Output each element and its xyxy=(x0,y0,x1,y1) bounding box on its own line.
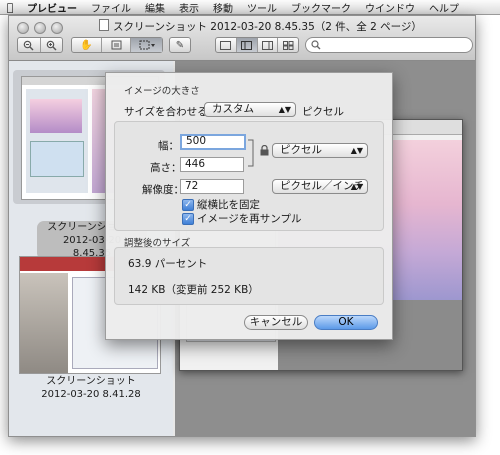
popup-arrows-icon: ▲▼ xyxy=(350,146,363,155)
popup-arrows-icon: ▲▼ xyxy=(278,105,291,114)
preview-window: スクリーンショット 2012-03-20 8.45.35（2 件、全 2 ページ… xyxy=(8,15,476,437)
text-select-icon xyxy=(111,40,122,50)
lock-icon[interactable] xyxy=(260,145,269,156)
height-label: 高さ： xyxy=(150,162,182,174)
zoom-in-button[interactable] xyxy=(41,38,63,52)
zoom-out-button[interactable] xyxy=(18,38,41,52)
thumb-1-image-2 xyxy=(30,141,84,177)
resample-label: イメージを再サンプル xyxy=(197,213,302,225)
zoom-in-icon xyxy=(46,40,57,50)
ok-button[interactable]: OK xyxy=(314,315,378,330)
fit-unit: ピクセル xyxy=(302,106,344,118)
filesize-value: 142 KB（変更前 252 KB） xyxy=(128,284,259,296)
width-label: 幅： xyxy=(158,140,179,152)
apple-menu-icon[interactable]:  xyxy=(0,1,20,14)
menu-window[interactable]: ウインドウ xyxy=(358,0,422,15)
width-field[interactable]: 500 xyxy=(180,134,246,150)
thumbnail-2-name: スクリーンショット xyxy=(46,376,136,387)
size-unit-value: ピクセル xyxy=(280,144,322,156)
window-title-text: スクリーンショット 2012-03-20 8.45.35（2 件、全 2 ページ… xyxy=(113,21,422,33)
thumbnail-2-date: 2012-03-20 8.41.28 xyxy=(41,389,141,400)
resample-checkbox[interactable]: ✓ イメージを再サンプル xyxy=(182,211,301,226)
adjust-size-sheet: イメージの大きさ サイズを合わせる： カスタム ▲▼ ピクセル 幅： 500 高… xyxy=(105,72,393,340)
zoom-out-icon xyxy=(23,40,34,50)
minimize-window-button[interactable] xyxy=(34,22,46,34)
window-title: スクリーンショット 2012-03-20 8.45.35（2 件、全 2 ページ… xyxy=(99,19,422,34)
menu-file[interactable]: ファイル xyxy=(84,0,138,15)
menu-bar:  プレビュー ファイル 編集 表示 移動 ツール ブックマーク ウインドウ ヘ… xyxy=(0,0,500,15)
menu-app[interactable]: プレビュー xyxy=(20,0,84,15)
close-window-button[interactable] xyxy=(17,22,29,34)
single-view-icon xyxy=(220,40,232,50)
image-size-section-title: イメージの大きさ xyxy=(124,86,200,97)
tool-mode-buttons: ✋ xyxy=(71,37,163,53)
menu-go[interactable]: 移動 xyxy=(206,0,240,15)
grid-view-icon xyxy=(282,40,294,50)
height-field[interactable]: 446 xyxy=(180,157,244,172)
keep-ratio-checkbox[interactable]: ✓ 縦横比を固定 xyxy=(182,197,260,212)
view-grid-button[interactable] xyxy=(278,38,298,52)
title-bar: スクリーンショット 2012-03-20 8.45.35（2 件、全 2 ページ… xyxy=(9,16,475,61)
popup-arrows-icon: ▲▼ xyxy=(350,182,363,191)
resolution-label: 解像度： xyxy=(142,184,184,196)
annotate-button[interactable]: ✎ xyxy=(169,37,191,53)
zoom-window-button[interactable] xyxy=(51,22,63,34)
select-tool-button[interactable] xyxy=(131,38,163,52)
checkbox-checked-icon: ✓ xyxy=(182,212,194,225)
thumb-2-photo xyxy=(20,273,68,373)
search-icon xyxy=(311,40,321,50)
hand-icon: ✋ xyxy=(80,39,93,51)
menu-edit[interactable]: 編集 xyxy=(138,0,172,15)
thumb-1-image xyxy=(30,99,82,133)
view-content-only-button[interactable] xyxy=(216,38,237,52)
fit-popup-value: カスタム xyxy=(212,103,254,115)
cancel-button[interactable]: キャンセル xyxy=(244,315,308,330)
text-tool-button[interactable] xyxy=(102,38,132,52)
percent-value: 63.9 パーセント xyxy=(128,258,208,270)
checkbox-checked-icon: ✓ xyxy=(182,198,194,211)
zoom-buttons xyxy=(17,37,63,53)
fit-popup[interactable]: カスタム ▲▼ xyxy=(204,102,296,117)
move-tool-button[interactable]: ✋ xyxy=(72,38,102,52)
search-field[interactable] xyxy=(305,37,473,53)
menu-help[interactable]: ヘルプ xyxy=(422,0,466,15)
document-icon xyxy=(99,19,109,31)
window-controls xyxy=(17,22,63,34)
toc-view-icon xyxy=(261,40,273,50)
thumbnail-2-label[interactable]: スクリーンショット 2012-03-20 8.41.28 xyxy=(35,375,147,401)
rect-select-icon xyxy=(139,40,155,50)
menu-bookmarks[interactable]: ブックマーク xyxy=(284,0,358,15)
view-mode-buttons xyxy=(215,37,299,53)
size-unit-popup[interactable]: ピクセル ▲▼ xyxy=(272,143,368,158)
menu-view[interactable]: 表示 xyxy=(172,0,206,15)
resolution-field[interactable]: 72 xyxy=(180,179,244,194)
view-toc-button[interactable] xyxy=(258,38,279,52)
keep-ratio-label: 縦横比を固定 xyxy=(197,199,260,211)
sidebar-view-icon xyxy=(241,40,253,50)
proportion-bracket-icon xyxy=(248,139,254,167)
view-sidebar-button[interactable] xyxy=(236,38,258,52)
resolution-unit-popup[interactable]: ピクセル／インチ ▲▼ xyxy=(272,179,368,194)
pencil-icon: ✎ xyxy=(175,39,185,51)
menu-tools[interactable]: ツール xyxy=(240,0,284,15)
